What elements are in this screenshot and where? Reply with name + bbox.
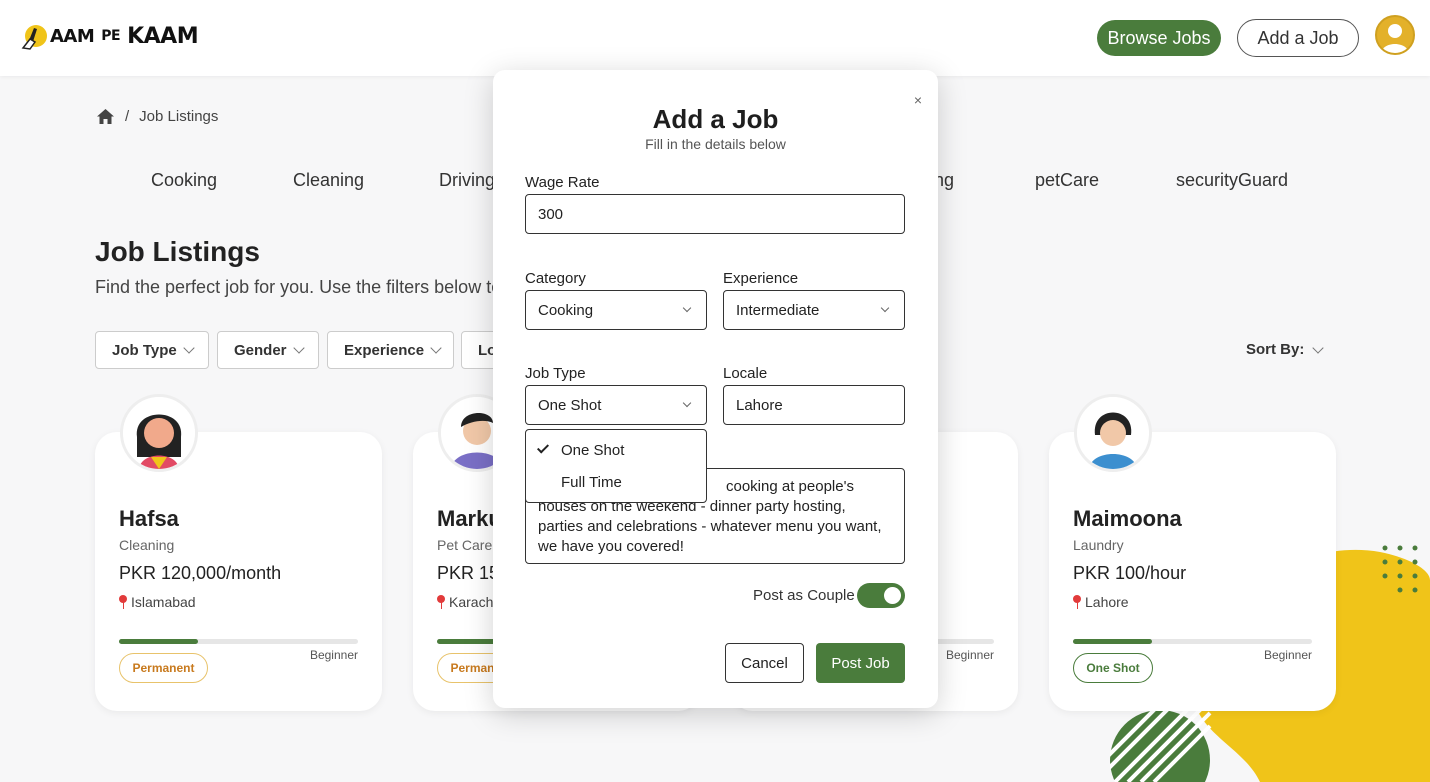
add-job-button[interactable]: Add a Job xyxy=(1237,19,1359,57)
chevron-down-icon xyxy=(682,303,692,313)
tab-petcare[interactable]: petCare xyxy=(1035,170,1099,191)
location-text: Islamabad xyxy=(131,594,196,610)
toggle-knob xyxy=(884,587,901,604)
sort-label: Sort By: xyxy=(1246,341,1305,358)
breadcrumb-current[interactable]: Job Listings xyxy=(139,108,218,125)
job-type-dropdown-menu: One Shot Full Time xyxy=(525,429,707,503)
post-as-couple-label: Post as Couple xyxy=(753,587,855,604)
logo-text-kaam: KAAM xyxy=(127,23,199,49)
experience-level: Beginner xyxy=(1263,648,1312,662)
home-icon[interactable] xyxy=(96,108,115,125)
experience-select[interactable]: Intermediate xyxy=(723,290,905,330)
filter-experience[interactable]: Experience xyxy=(327,331,454,369)
job-category: Pet Care xyxy=(437,537,493,553)
location-pin-icon xyxy=(1073,595,1081,609)
tab-cleaning[interactable]: Cleaning xyxy=(293,170,364,191)
breadcrumb: / Job Listings xyxy=(96,108,218,125)
category-select[interactable]: Cooking xyxy=(525,290,707,330)
breadcrumb-separator: / xyxy=(125,108,130,125)
job-card[interactable]: Maimoona Laundry PKR 100/hour Lahore Beg… xyxy=(1049,432,1336,711)
chevron-down-icon xyxy=(183,342,195,354)
logo-text-pe: PE xyxy=(101,28,121,44)
category-value: Cooking xyxy=(538,301,594,319)
job-location: Islamabad xyxy=(119,594,196,610)
job-type-select[interactable]: One Shot xyxy=(525,385,707,425)
experience-level: Beginner xyxy=(945,648,994,662)
filter-job-type[interactable]: Job Type xyxy=(95,331,209,369)
user-avatar[interactable] xyxy=(1375,15,1415,55)
brand-logo[interactable]: AAM PE KAAM xyxy=(20,22,199,50)
top-nav: AAM PE KAAM Browse Jobs Add a Job xyxy=(0,0,1430,76)
location-pin-icon xyxy=(119,595,127,609)
job-pay: PKR 120,000/month xyxy=(119,563,282,583)
job-type-badge: One Shot xyxy=(1073,653,1153,683)
locale-label: Locale xyxy=(723,365,768,382)
job-card[interactable]: Hafsa Cleaning PKR 120,000/month Islamab… xyxy=(95,432,382,711)
page-title: Job Listings xyxy=(95,236,260,267)
option-full-time[interactable]: Full Time xyxy=(561,474,622,491)
experience-label: Experience xyxy=(723,270,799,287)
job-type-value: One Shot xyxy=(538,396,602,414)
post-job-button[interactable]: Post Job xyxy=(816,643,905,683)
job-category: Cleaning xyxy=(119,537,175,553)
job-pay: PKR 100/hour xyxy=(1073,563,1187,583)
page-subtitle: Find the perfect job for you. Use the fi… xyxy=(95,277,533,297)
logo-text-aam: AAM xyxy=(50,25,95,47)
experience-bar-fill xyxy=(119,639,198,644)
wage-rate-input[interactable]: 300 xyxy=(525,194,905,234)
chevron-down-icon xyxy=(430,342,442,354)
tab-driving[interactable]: Driving xyxy=(439,170,495,191)
location-text: Lahore xyxy=(1085,594,1129,610)
woman-avatar-icon xyxy=(1077,397,1149,469)
filter-label: Job Type xyxy=(112,341,177,359)
add-job-modal: × Add a Job Fill in the details below Wa… xyxy=(493,70,938,708)
broom-icon xyxy=(21,25,47,50)
modal-subtitle: Fill in the details below xyxy=(645,136,786,152)
experience-value: Intermediate xyxy=(736,301,820,319)
experience-bar xyxy=(119,639,358,644)
job-location: Lahore xyxy=(1073,594,1129,610)
worker-name: Hafsa xyxy=(119,506,179,531)
location-text: Karachi xyxy=(449,594,497,610)
tab-securityguard[interactable]: securityGuard xyxy=(1176,170,1288,191)
filter-label: Gender xyxy=(234,341,287,359)
check-icon xyxy=(536,441,550,454)
wage-rate-label: Wage Rate xyxy=(525,174,600,191)
worker-avatar xyxy=(120,394,198,472)
job-type-label: Job Type xyxy=(525,365,586,382)
category-label: Category xyxy=(525,270,586,287)
worker-name: Maimoona xyxy=(1073,506,1182,531)
experience-bar xyxy=(1073,639,1312,644)
sort-dropdown[interactable]: Sort By: xyxy=(1246,341,1325,358)
job-type-badge: Permanent xyxy=(119,653,208,683)
cancel-button[interactable]: Cancel xyxy=(725,643,804,683)
browse-jobs-button[interactable]: Browse Jobs xyxy=(1097,20,1221,56)
chevron-down-icon xyxy=(880,303,890,313)
user-icon xyxy=(1381,24,1409,53)
location-pin-icon xyxy=(437,595,445,609)
job-location: Karachi xyxy=(437,594,496,610)
experience-level: Beginner xyxy=(309,648,358,662)
job-category: Laundry xyxy=(1073,537,1124,553)
post-as-couple-toggle[interactable] xyxy=(857,583,905,608)
locale-input[interactable]: Lahore xyxy=(723,385,905,425)
filter-label: Experience xyxy=(344,341,425,359)
tab-cooking[interactable]: Cooking xyxy=(151,170,217,191)
woman-avatar-icon xyxy=(123,397,195,469)
chevron-down-icon xyxy=(292,342,305,354)
filter-gender[interactable]: Gender xyxy=(217,331,319,369)
chevron-down-icon xyxy=(1312,341,1325,354)
chevron-down-icon xyxy=(682,398,692,408)
option-one-shot[interactable]: One Shot xyxy=(561,442,624,459)
experience-bar-fill xyxy=(1073,639,1152,644)
worker-avatar xyxy=(1074,394,1152,472)
modal-title: Add a Job xyxy=(652,104,779,134)
